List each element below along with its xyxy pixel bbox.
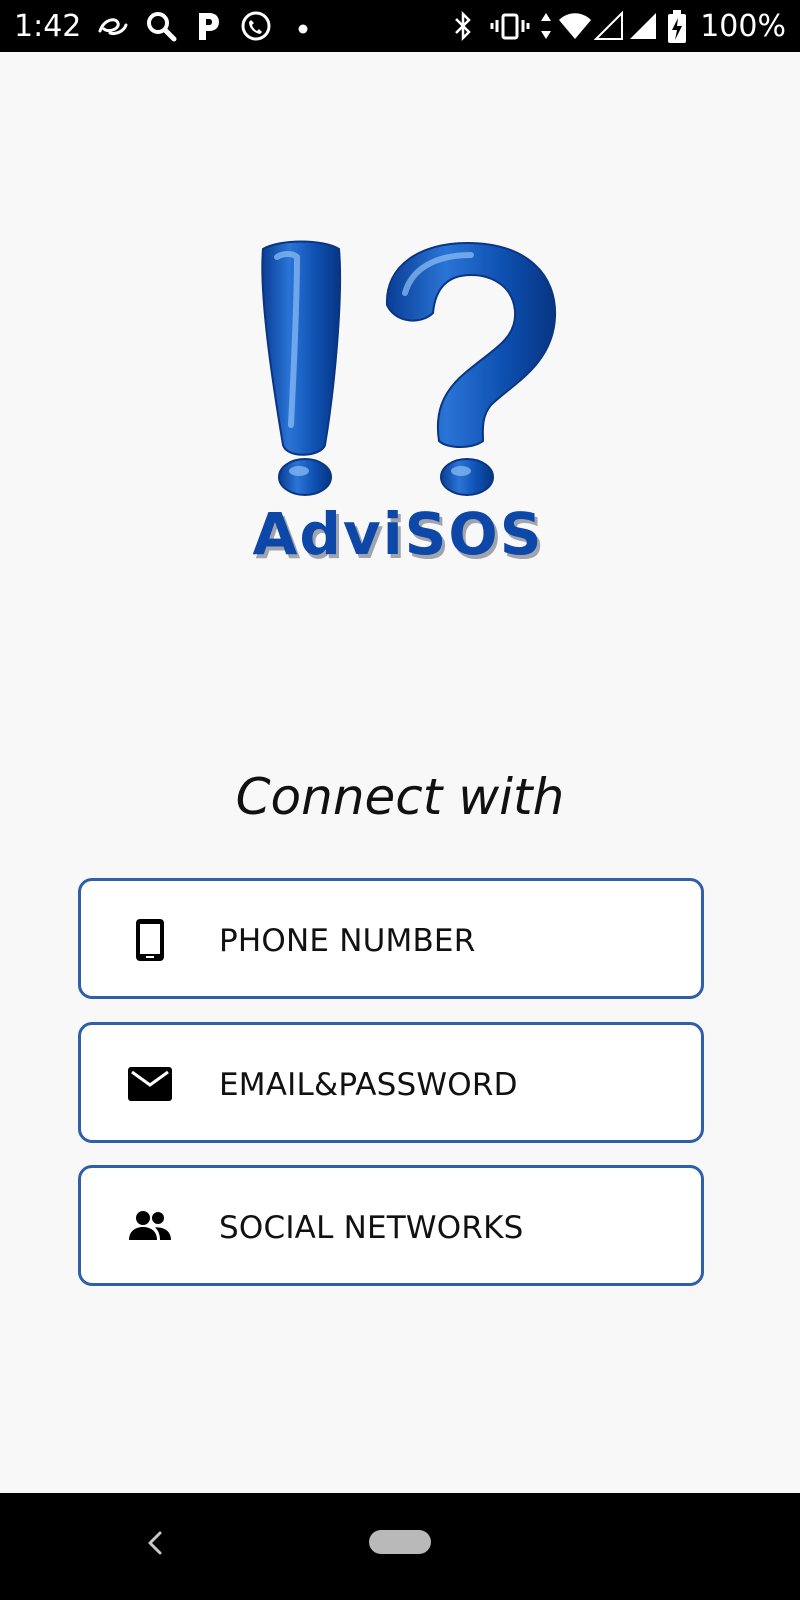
parking-p-icon — [195, 10, 221, 47]
status-bar: 1:42 100% — [0, 0, 800, 52]
wifi-icon — [557, 10, 593, 47]
dot-icon — [298, 21, 308, 39]
social-networks-button[interactable]: SOCIAL NETWORKS — [78, 1165, 704, 1286]
logo-wordmark: AdviSOS — [252, 500, 544, 568]
back-icon[interactable] — [140, 1523, 170, 1563]
email-password-button[interactable]: EMAIL&PASSWORD — [78, 1022, 704, 1143]
navigation-bar — [0, 1493, 800, 1600]
phone-call-icon — [240, 10, 272, 47]
search-icon — [145, 10, 177, 47]
home-pill-icon[interactable] — [369, 1530, 431, 1554]
mail-icon — [127, 1061, 173, 1107]
smartphone-icon — [127, 917, 173, 963]
phone-number-button[interactable]: PHONE NUMBER — [78, 878, 704, 999]
signal-icon — [628, 10, 658, 47]
data-arrows-icon — [539, 10, 553, 47]
people-icon — [127, 1204, 173, 1250]
connect-title: Connect with — [235, 768, 565, 826]
battery-charging-icon — [667, 10, 687, 49]
status-time: 1:42 — [14, 9, 82, 44]
vibrate-icon — [490, 10, 530, 47]
phone-number-label: PHONE NUMBER — [219, 923, 476, 959]
signal-icon — [593, 10, 624, 47]
email-password-label: EMAIL&PASSWORD — [219, 1067, 518, 1103]
alibaba-icon — [96, 13, 130, 44]
social-networks-label: SOCIAL NETWORKS — [219, 1210, 524, 1246]
bluetooth-icon — [452, 10, 474, 47]
battery-percent: 100% — [700, 9, 786, 44]
